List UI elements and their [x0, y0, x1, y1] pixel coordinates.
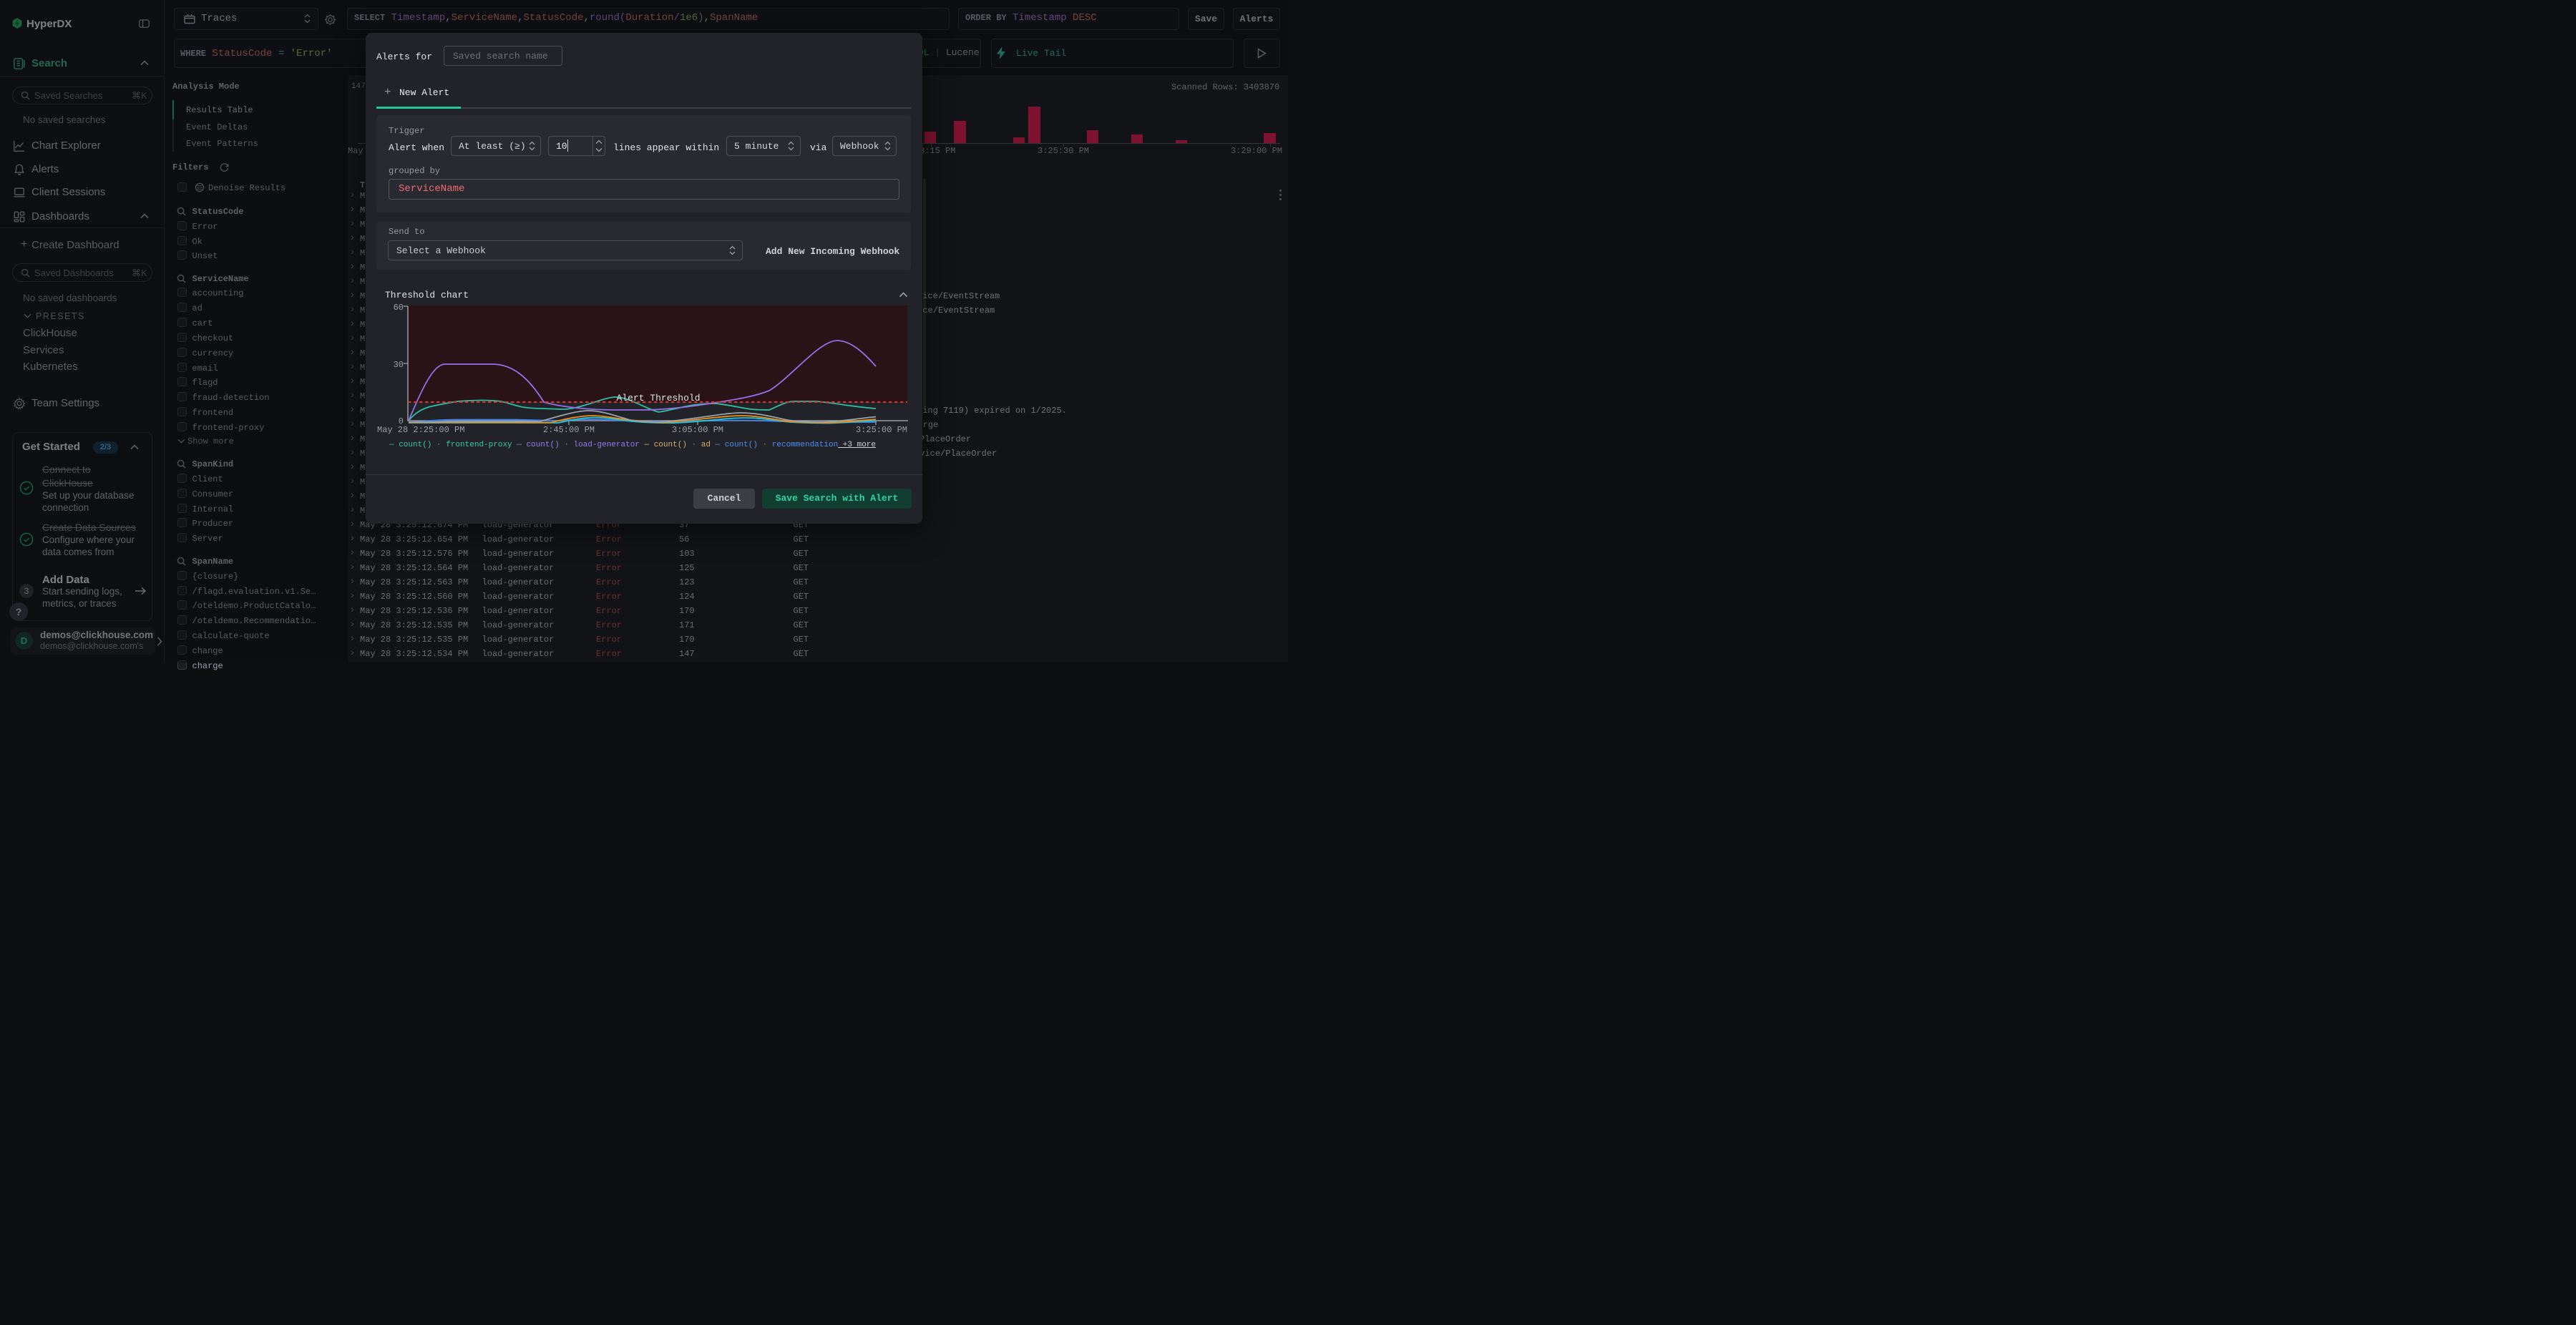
- svg-text:60: 60: [394, 303, 404, 313]
- svg-text:Alert Threshold: Alert Threshold: [616, 393, 700, 404]
- svg-text:30: 30: [394, 360, 404, 370]
